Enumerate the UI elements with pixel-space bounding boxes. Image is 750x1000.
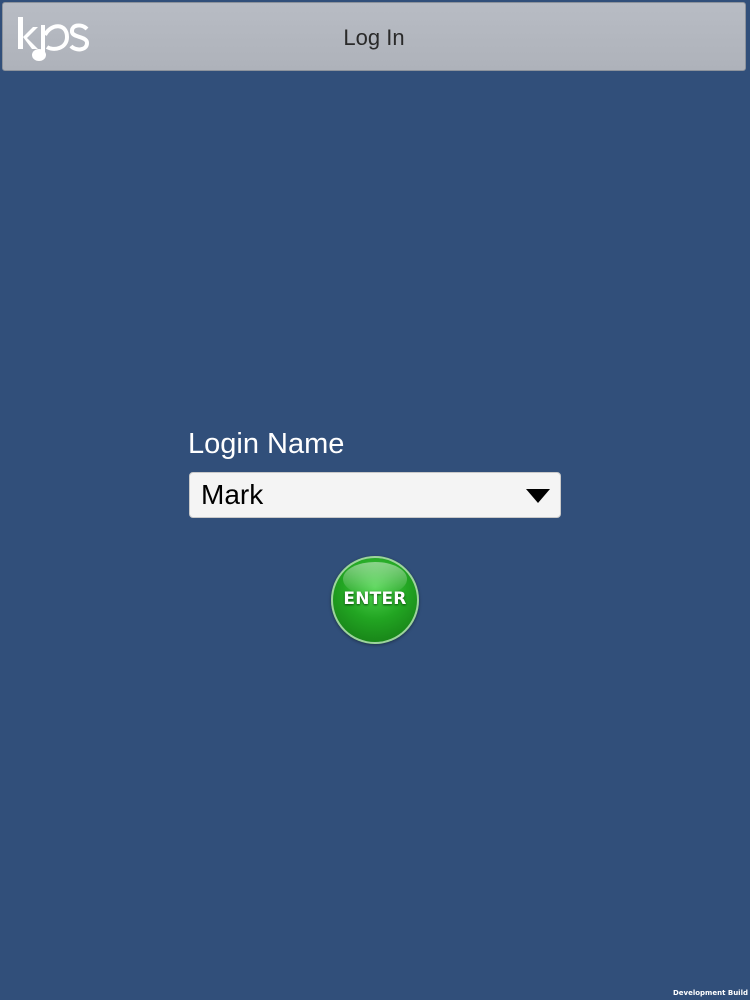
development-build-label: Development Build xyxy=(672,989,748,997)
login-name-label: Login Name xyxy=(188,428,345,460)
page-title: Log In xyxy=(343,25,405,50)
login-name-value: Mark xyxy=(201,479,264,510)
dropdown-arrow-icon xyxy=(526,489,550,503)
login-name-select[interactable]: Mark xyxy=(189,472,561,518)
enter-button-label: ENTER xyxy=(343,589,407,609)
header-bar: Log In xyxy=(2,2,746,71)
enter-button[interactable]: ENTER xyxy=(331,556,419,644)
